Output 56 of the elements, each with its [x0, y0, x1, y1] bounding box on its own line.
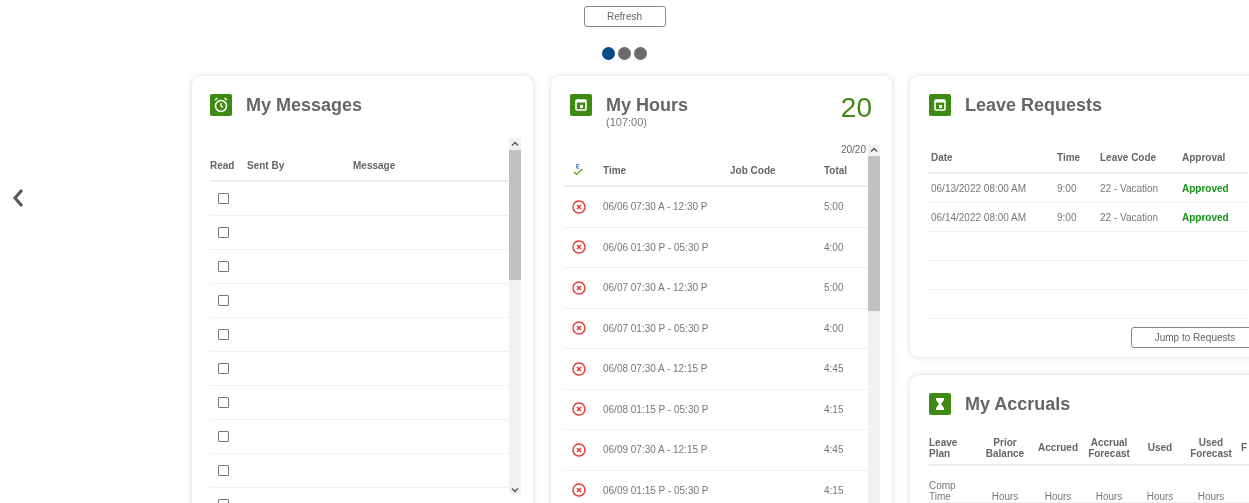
time-cell-text: 06/08 01:15 P - 05:30 P: [603, 403, 710, 415]
card-title: Leave Requests: [965, 94, 1103, 116]
column-header[interactable]: Leave Code: [1098, 151, 1180, 163]
total-cell-text: 5:00: [824, 282, 845, 294]
refresh-button[interactable]: Refresh: [583, 6, 666, 27]
column-header[interactable]: Message: [353, 159, 509, 171]
hours-subtitle: (107:00): [606, 116, 648, 128]
leave-code-cell-text: 22 - Vacation: [1099, 182, 1160, 194]
column-header[interactable]: Read: [210, 159, 247, 171]
total-cell-text: 4:45: [824, 444, 845, 456]
leave-plan-cell-text: Comp Time: [929, 480, 957, 502]
hours-cell-text: Hours: [1196, 491, 1226, 502]
time-cell-text: 06/07 07:30 A - 12:30 P: [603, 282, 709, 294]
total-cell-text: 4:00: [824, 322, 845, 334]
card-title: My Messages: [246, 94, 363, 116]
approval-status: Approved: [1181, 211, 1230, 223]
column-header[interactable]: Accrued: [1033, 442, 1083, 453]
column-header[interactable]: Prior Balance: [977, 436, 1033, 459]
total-cell-text: 4:15: [824, 484, 845, 496]
column-header[interactable]: Sent By: [247, 159, 353, 171]
hours-cell-text: Hours: [1145, 491, 1175, 502]
time-cell-text: 9:00: [1056, 182, 1078, 194]
total-cell-text: 5:00: [824, 201, 845, 213]
date-cell-text: 06/13/2022 08:00 AM: [930, 182, 1028, 194]
column-header[interactable]: F: [1237, 442, 1249, 453]
column-header[interactable]: Approval: [1180, 151, 1247, 163]
time-cell-text: 06/08 07:30 A - 12:15 P: [603, 363, 709, 375]
leave-code-cell-text: 22 - Vacation: [1099, 211, 1160, 223]
hours-cell-text: Hours: [1094, 491, 1124, 502]
column-header[interactable]: Total: [824, 164, 868, 176]
total-cell-text: 4:00: [824, 241, 845, 253]
column-header[interactable]: Time: [1055, 151, 1098, 163]
column-header[interactable]: Accrual Forecast: [1083, 436, 1135, 459]
time-cell-text: 9:00: [1056, 211, 1078, 223]
time-cell-text: 06/06 01:30 P - 05:30 P: [603, 241, 710, 253]
column-header[interactable]: Time: [603, 164, 730, 176]
time-cell-text: 06/09 07:30 A - 12:15 P: [603, 444, 709, 456]
jump-to-requests-button[interactable]: Jump to Requests: [1131, 327, 1249, 348]
card-title: My Accruals: [965, 393, 1071, 415]
total-cell-text: 4:45: [824, 363, 845, 375]
total-cell-text: 4:15: [824, 403, 845, 415]
time-cell-text: 06/06 07:30 A - 12:30 P: [603, 201, 709, 213]
column-header[interactable]: Leave Plan: [929, 436, 977, 459]
card-title: My Hours: [606, 94, 689, 116]
column-header[interactable]: Date: [929, 151, 1055, 163]
column-header[interactable]: Used Forecast: [1185, 436, 1237, 459]
time-cell-text: 06/09 01:15 P - 05:30 P: [603, 484, 710, 496]
approval-status: Approved: [1181, 182, 1230, 194]
date-cell-text: 06/14/2022 08:00 AM: [930, 211, 1028, 223]
column-header[interactable]: Job Code: [730, 164, 824, 176]
paging-count: 20/20: [840, 144, 866, 155]
time-cell-text: 06/07 01:30 P - 05:30 P: [603, 322, 710, 334]
hours-cell-text: Hours: [1043, 491, 1073, 502]
column-header[interactable]: Used: [1135, 442, 1185, 453]
hours-count: 20: [840, 94, 872, 122]
hours-cell-text: Hours: [990, 491, 1020, 502]
